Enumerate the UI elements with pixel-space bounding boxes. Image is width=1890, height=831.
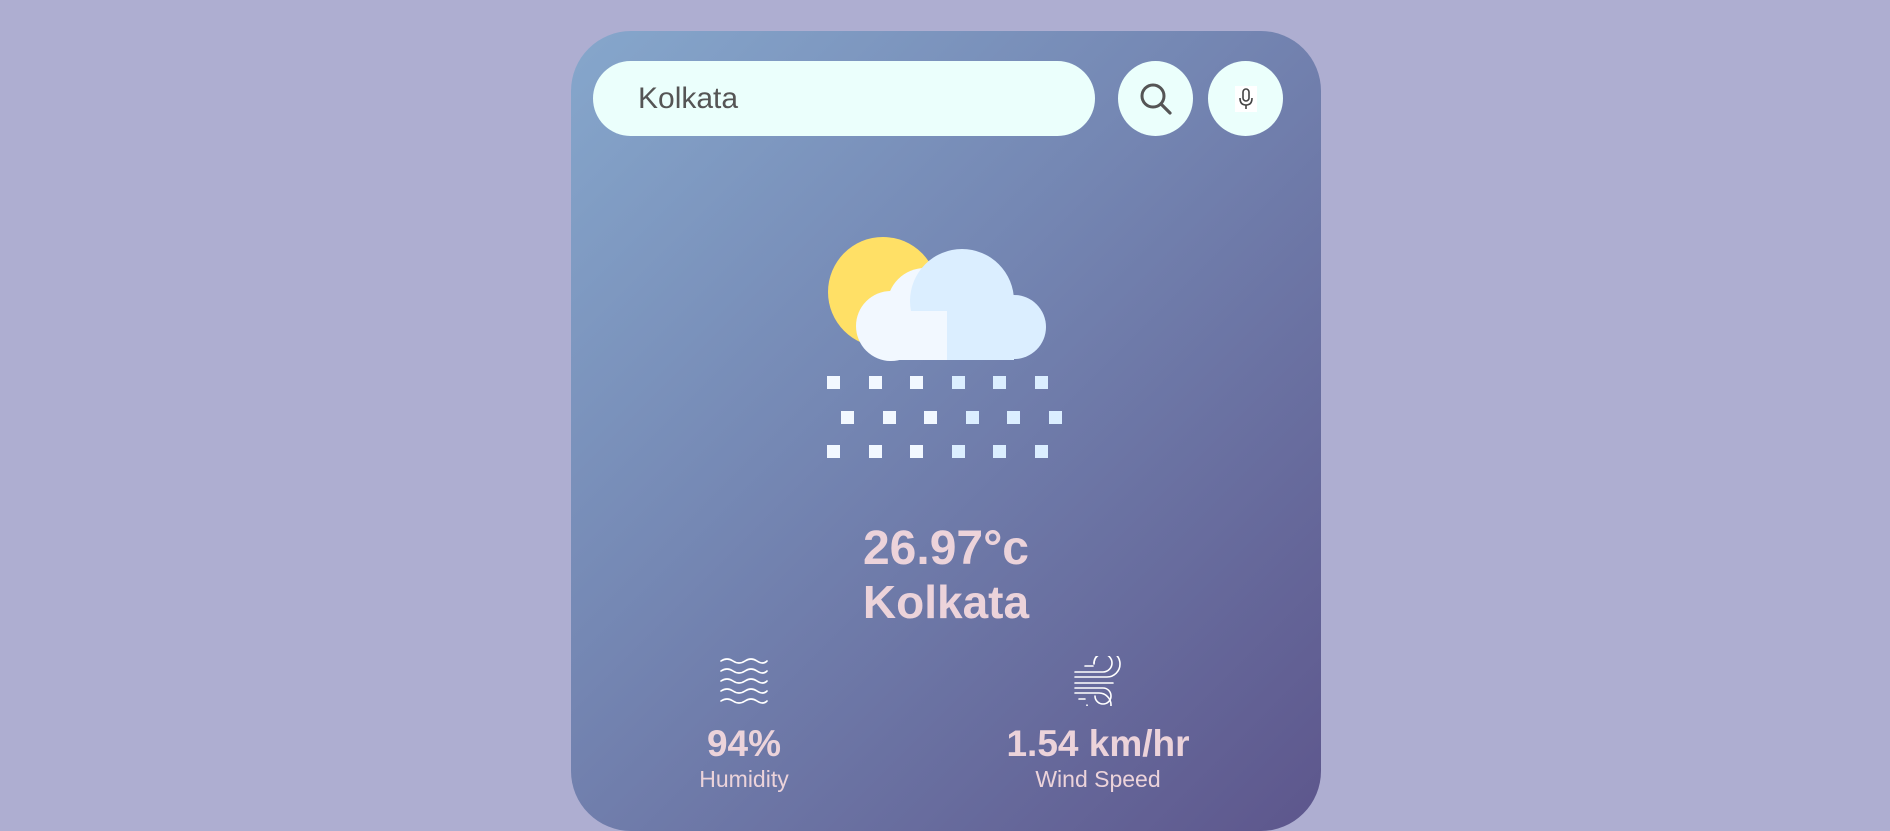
wind-speed-label: Wind Speed: [1035, 766, 1161, 792]
search-button[interactable]: [1118, 61, 1193, 136]
voice-search-button[interactable]: [1208, 61, 1283, 136]
microphone-icon: [1234, 85, 1257, 112]
search-icon: [1140, 83, 1172, 115]
wind-speed-value: 1.54 km/hr: [1006, 723, 1190, 764]
humidity-waves-icon: [720, 658, 768, 704]
humidity-value: 94%: [706, 723, 782, 764]
sun-cloud-snow-icon: [827, 237, 1062, 458]
humidity-label: Humidity: [699, 766, 789, 792]
humidity-panel: 94% Humidity: [614, 656, 874, 794]
wind-panel: 1.54 km/hr Wind Speed: [968, 656, 1228, 794]
weather-card: 26.97°c Kolkata 94% Humidity: [571, 31, 1321, 831]
wind-icon: [1074, 656, 1121, 706]
city-name: Kolkata: [862, 576, 1030, 628]
temperature-value: 26.97°c: [862, 522, 1029, 575]
city-search-input[interactable]: [593, 61, 1095, 136]
